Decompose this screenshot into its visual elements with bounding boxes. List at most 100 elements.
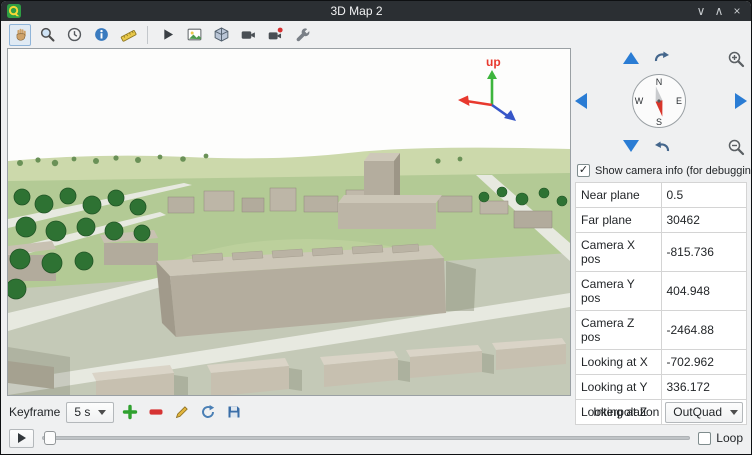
row-value: 404.948 <box>661 272 747 311</box>
interpolation-value: OutQuad <box>673 405 722 419</box>
slider-track <box>42 436 690 440</box>
camera-record-icon <box>267 26 284 43</box>
row-value: -2464.88 <box>661 311 747 350</box>
slider-handle[interactable] <box>44 431 56 445</box>
row-label: Camera Z pos <box>576 311 662 350</box>
compass-east-label: E <box>676 96 682 106</box>
table-row: Camera X pos -815.736 <box>576 233 747 272</box>
camera-control-button[interactable] <box>9 24 31 46</box>
row-label: Camera Y pos <box>576 272 662 311</box>
zoom-full-icon <box>39 26 56 43</box>
row-label: Camera X pos <box>576 233 662 272</box>
add-keyframe-button[interactable] <box>120 402 140 422</box>
camera-info-table: Near plane 0.5 Far plane 30462 Camera X … <box>575 182 747 425</box>
set-view-button[interactable] <box>237 24 259 46</box>
close-button[interactable]: × <box>728 2 746 20</box>
keyframe-duration-select[interactable]: 5 s <box>66 402 114 423</box>
play-icon <box>159 26 176 43</box>
floppy-disk-icon <box>226 404 242 420</box>
rotate-cw-icon <box>653 50 671 66</box>
edit-keyframe-button[interactable] <box>172 402 192 422</box>
compass-south-label: S <box>656 117 662 127</box>
maximize-button[interactable]: ∧ <box>710 2 728 20</box>
camera-right-button[interactable] <box>735 93 747 109</box>
table-row: Looking at Y 336.172 <box>576 375 747 400</box>
table-row: Looking at X -702.962 <box>576 350 747 375</box>
ruler-icon <box>120 26 137 43</box>
arrow-left-icon <box>575 93 587 109</box>
update-keyframe-button[interactable] <box>198 402 218 422</box>
loop-label: Loop <box>716 431 743 445</box>
remove-keyframe-button[interactable] <box>146 402 166 422</box>
show-camera-info-checkbox[interactable]: ✓ <box>577 164 590 177</box>
keyframe-label: Keyframe <box>9 405 60 419</box>
info-icon <box>93 26 110 43</box>
interpolation-select[interactable]: OutQuad <box>665 402 743 423</box>
table-row: Camera Z pos -2464.88 <box>576 311 747 350</box>
measure-line-button[interactable] <box>117 24 139 46</box>
table-row: Far plane 30462 <box>576 208 747 233</box>
compass-west-label: W <box>635 96 644 106</box>
compass[interactable]: N E S W <box>630 72 688 130</box>
zoom-in-button[interactable] <box>727 50 745 68</box>
camera-up-button[interactable] <box>623 52 639 64</box>
map-3d-viewport[interactable]: up <box>7 48 571 396</box>
row-value: -702.962 <box>661 350 747 375</box>
wrench-icon <box>294 26 311 43</box>
photo-icon <box>186 26 203 43</box>
keyframe-duration-value: 5 s <box>74 405 90 419</box>
qgis-3d-map-window: 3D Map 2 ∨ ∧ × <box>0 0 752 455</box>
identify-button[interactable] <box>90 24 112 46</box>
zoom-in-icon <box>727 50 745 68</box>
row-value: 0.5 <box>661 183 747 208</box>
pan-hand-icon <box>12 26 29 43</box>
play-animation-button[interactable] <box>9 429 34 448</box>
cube-icon <box>213 26 230 43</box>
configure-button[interactable] <box>291 24 313 46</box>
rotate-clockwise-button[interactable] <box>653 50 671 66</box>
window-title: 3D Map 2 <box>21 1 692 21</box>
navigation-pad: N E S W <box>575 48 747 158</box>
qgis-logo-icon <box>6 4 21 19</box>
main-area: up <box>1 48 751 398</box>
export-animation-button[interactable] <box>224 402 244 422</box>
map-3d-scene[interactable] <box>8 49 570 395</box>
interpolation-label: Interpolation <box>593 405 659 419</box>
minus-icon <box>148 404 164 420</box>
row-label: Looking at X <box>576 350 662 375</box>
loop-checkbox[interactable] <box>698 432 711 445</box>
rotate-ccw-icon <box>653 140 671 156</box>
minimize-button[interactable]: ∨ <box>692 2 710 20</box>
animation-timeline-slider[interactable] <box>42 429 690 447</box>
on-screen-notification-button[interactable] <box>63 24 85 46</box>
camera-icon <box>240 26 257 43</box>
zoom-full-button[interactable] <box>36 24 58 46</box>
camera-left-button[interactable] <box>575 93 587 109</box>
row-value: -815.736 <box>661 233 747 272</box>
animations-button[interactable] <box>156 24 178 46</box>
refresh-icon <box>200 404 216 420</box>
show-camera-info-label: Show camera info (for debugging) <box>595 165 752 177</box>
zoom-out-button[interactable] <box>727 138 745 156</box>
rotate-counterclockwise-button[interactable] <box>653 140 671 156</box>
table-row: Camera Y pos 404.948 <box>576 272 747 311</box>
clock-icon <box>66 26 83 43</box>
row-label: Near plane <box>576 183 662 208</box>
playback-bar: Loop <box>1 426 751 454</box>
keyframe-bar: Keyframe 5 s <box>1 398 751 426</box>
show-camera-info-row: ✓ Show camera info (for debugging) <box>577 164 747 177</box>
save-as-image-button[interactable] <box>183 24 205 46</box>
toolbar <box>1 21 751 48</box>
camera-panel: N E S W <box>575 48 747 398</box>
pencil-icon <box>174 404 190 420</box>
record-video-button[interactable] <box>264 24 286 46</box>
toolbar-separator <box>147 26 148 44</box>
arrow-right-icon <box>735 93 747 109</box>
camera-down-button[interactable] <box>623 140 639 152</box>
play-icon <box>18 433 26 443</box>
zoom-out-icon <box>727 138 745 156</box>
row-label: Looking at Y <box>576 375 662 400</box>
plus-icon <box>122 404 138 420</box>
titlebar[interactable]: 3D Map 2 ∨ ∧ × <box>1 1 751 21</box>
export-scene-button[interactable] <box>210 24 232 46</box>
